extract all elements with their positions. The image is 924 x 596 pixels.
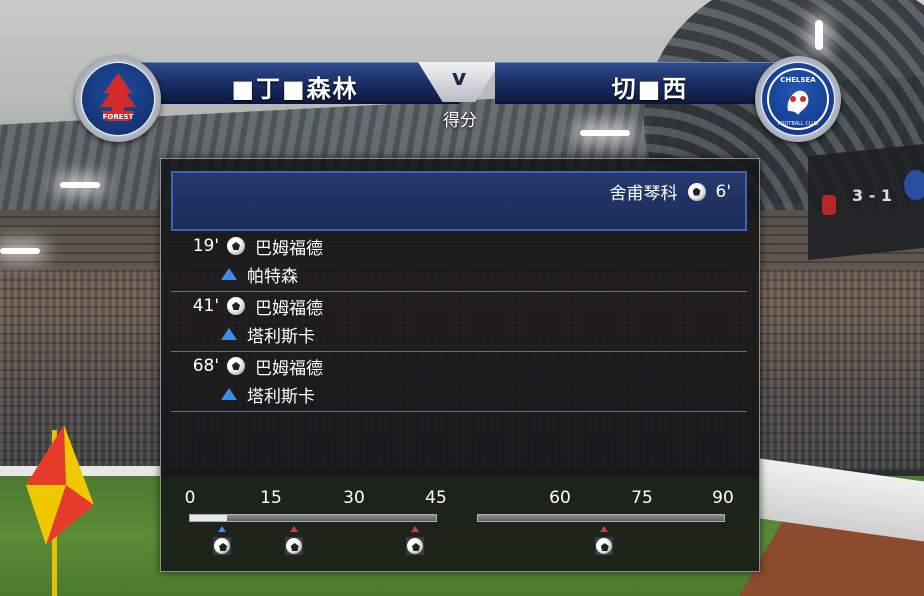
soccer-ball-icon bbox=[227, 357, 245, 375]
scoreboard-score: 3 - 1 bbox=[852, 186, 893, 205]
soccer-ball-icon bbox=[406, 538, 423, 554]
floodlight bbox=[0, 248, 40, 254]
home-goal-item[interactable]: 68' 巴姆福德 塔利斯卡 bbox=[171, 351, 747, 412]
goal-line: 68' 巴姆福德 bbox=[171, 353, 323, 379]
assist-player: 帕特森 bbox=[247, 266, 298, 287]
soccer-ball-icon bbox=[595, 538, 612, 554]
away-goal-scorer: 舍甫琴科 bbox=[609, 184, 678, 204]
home-goal-item[interactable]: 41' 巴姆福德 塔利斯卡 bbox=[171, 291, 747, 352]
match-header: ■丁■森林 v 切■西 bbox=[90, 62, 830, 106]
corner-flag bbox=[26, 425, 94, 545]
away-goals-row[interactable]: 舍甫琴科 6' bbox=[171, 171, 747, 231]
assist-line: 塔利斯卡 bbox=[171, 381, 315, 407]
away-goal-item: 舍甫琴科 6' bbox=[609, 179, 732, 205]
timeline-event-marker bbox=[289, 526, 298, 532]
soccer-ball-icon bbox=[214, 538, 231, 554]
nottingham-forest-crest-icon: FOREST bbox=[82, 63, 154, 135]
soccer-ball-icon bbox=[687, 182, 706, 201]
timeline-goal-icon bbox=[283, 536, 304, 556]
floodlight bbox=[60, 182, 100, 188]
timeline-tick: 0 bbox=[184, 488, 196, 508]
timeline-tick: 75 bbox=[631, 488, 653, 508]
goal-line: 41' 巴姆福德 bbox=[171, 293, 323, 319]
floodlight bbox=[815, 20, 823, 50]
timeline-event-marker bbox=[218, 526, 227, 532]
assist-player: 塔利斯卡 bbox=[247, 386, 315, 407]
home-goal-item[interactable]: 19' 巴姆福德 帕特森 bbox=[171, 231, 747, 292]
assist-player: 塔利斯卡 bbox=[247, 326, 315, 347]
home-team-bar: ■丁■森林 bbox=[130, 62, 460, 104]
scoreboard-home-crest bbox=[822, 195, 836, 215]
floodlight bbox=[580, 130, 630, 136]
assist-line: 塔利斯卡 bbox=[171, 321, 315, 347]
assist-triangle-icon bbox=[221, 388, 237, 400]
home-crest-ring: FOREST bbox=[75, 56, 161, 142]
soccer-ball-icon bbox=[227, 297, 245, 315]
scorers-panel: 舍甫琴科 6' 19' 巴姆福德 帕特森 41' 巴姆福德 塔利斯卡 68' 巴… bbox=[160, 158, 760, 572]
timeline-event-marker bbox=[599, 526, 608, 532]
timeline-goal-icon bbox=[593, 536, 614, 556]
timeline-tick: 15 bbox=[260, 488, 282, 508]
page-subtitle: 得分 bbox=[443, 111, 477, 131]
assist-line: 帕特森 bbox=[171, 261, 298, 287]
timeline-tick: 30 bbox=[343, 488, 365, 508]
scoreboard-away-crest bbox=[904, 170, 924, 200]
timeline-tick: 90 bbox=[712, 488, 734, 508]
second-half-bar bbox=[477, 514, 725, 522]
elapsed-fill bbox=[190, 515, 227, 521]
svg-text:FOOTBALL CLUB: FOOTBALL CLUB bbox=[778, 121, 820, 127]
soccer-ball-icon bbox=[227, 237, 245, 255]
goal-scorer: 巴姆福德 bbox=[255, 238, 323, 259]
assist-triangle-icon bbox=[221, 328, 237, 340]
svg-text:CHELSEA: CHELSEA bbox=[780, 76, 816, 84]
away-crest-ring: CHELSEA FOOTBALL CLUB bbox=[755, 56, 841, 142]
goal-scorer: 巴姆福德 bbox=[255, 358, 323, 379]
first-half-bar bbox=[189, 514, 437, 522]
assist-triangle-icon bbox=[221, 268, 237, 280]
goal-scorer: 巴姆福德 bbox=[255, 298, 323, 319]
match-timeline: 0 15 30 45 60 75 90 bbox=[161, 474, 759, 571]
svg-text:FOREST: FOREST bbox=[103, 113, 134, 121]
soccer-ball-icon bbox=[285, 538, 302, 554]
away-goal-minute: 6' bbox=[715, 181, 732, 202]
timeline-goal-icon bbox=[212, 536, 233, 556]
goal-line: 19' 巴姆福德 bbox=[171, 233, 323, 259]
timeline-tick: 45 bbox=[425, 488, 447, 508]
home-team-name: ■丁■森林 bbox=[231, 75, 359, 103]
timeline-goal-icon bbox=[404, 536, 425, 556]
timeline-tick: 60 bbox=[549, 488, 571, 508]
goal-minute: 41' bbox=[192, 296, 219, 316]
goal-minute: 19' bbox=[192, 236, 219, 256]
timeline-event-marker bbox=[410, 526, 419, 532]
chelsea-crest-icon: CHELSEA FOOTBALL CLUB bbox=[762, 63, 834, 135]
goal-minute: 68' bbox=[192, 356, 219, 376]
